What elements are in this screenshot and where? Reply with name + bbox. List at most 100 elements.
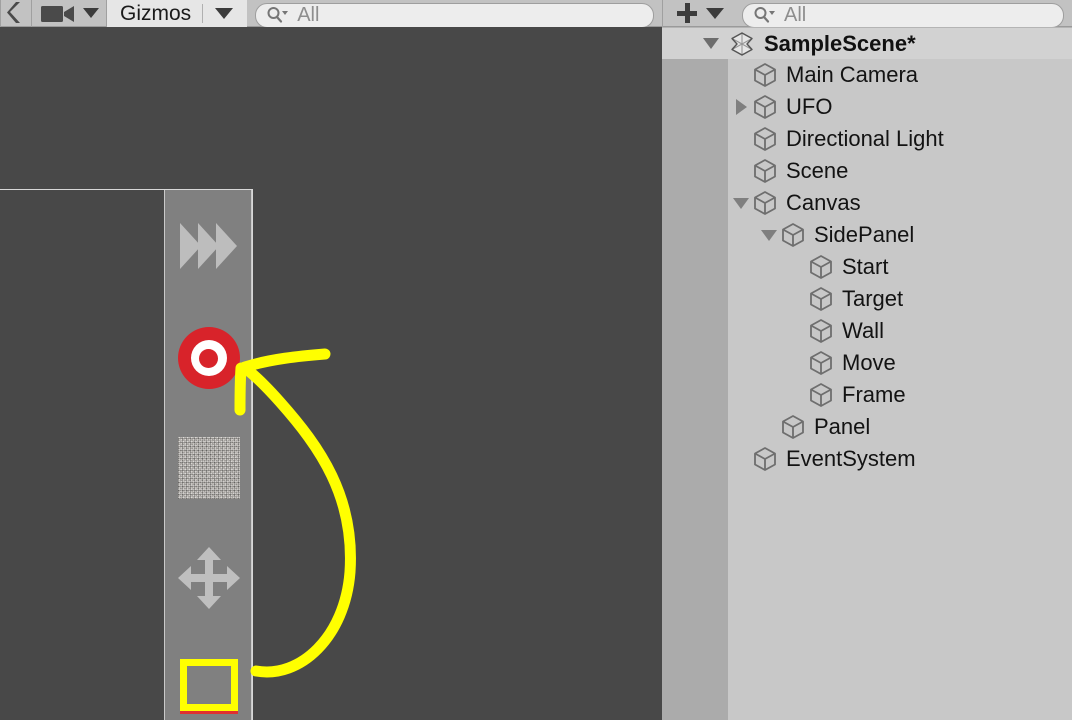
hierarchy-panel[interactable]: SampleScene* Main Camera UFO Directional… — [662, 27, 1072, 720]
gameobject-cube-icon — [810, 383, 832, 407]
camera-icon — [41, 5, 74, 22]
foldout-spacer — [733, 67, 749, 83]
target-center-dot — [199, 348, 218, 368]
hierarchy-item-label: Target — [842, 286, 904, 311]
plus-icon — [677, 3, 697, 23]
hierarchy-tree[interactable]: Main Camera UFO Directional Light Scene … — [662, 59, 1072, 475]
foldout-spacer — [789, 355, 805, 371]
gizmos-dropdown[interactable]: Gizmos — [107, 0, 248, 27]
add-gameobject-button[interactable] — [663, 0, 734, 27]
chevron-down-icon[interactable] — [733, 197, 749, 209]
unity-scene-icon — [731, 31, 753, 56]
hierarchy-item-move[interactable]: Move — [662, 347, 1072, 379]
hierarchy-item-scene[interactable]: Scene — [662, 155, 1072, 187]
hierarchy-item-label: Canvas — [786, 190, 861, 215]
rotate-tool-icon-glyph — [7, 2, 20, 23]
foldout-spacer — [733, 163, 749, 179]
hierarchy-toolbar: All — [662, 0, 1072, 28]
chevron-down-icon — [83, 8, 99, 18]
hierarchy-item-ufo[interactable]: UFO — [662, 91, 1072, 123]
chevron-down-icon[interactable] — [706, 7, 724, 19]
chevron-right-icon[interactable] — [735, 99, 747, 115]
gameobject-cube-icon — [754, 127, 776, 151]
rotate-tool-icon[interactable] — [1, 0, 31, 27]
scene-foldout-wrap[interactable] — [662, 38, 729, 49]
hierarchy-item-label: Main Camera — [786, 62, 919, 87]
hierarchy-item-label: Move — [842, 350, 896, 375]
camera-settings-button[interactable] — [32, 0, 106, 27]
hierarchy-item-label: UFO — [786, 94, 833, 119]
gizmos-label: Gizmos — [120, 1, 192, 25]
gameobject-cube-icon — [810, 351, 832, 375]
gameobject-cube-icon — [810, 319, 832, 343]
gameobject-cube-icon — [810, 287, 832, 311]
hierarchy-item-label: Wall — [842, 318, 884, 343]
hierarchy-item-wall[interactable]: Wall — [662, 315, 1072, 347]
foldout-wrap[interactable] — [730, 131, 752, 147]
hierarchy-item-panel[interactable]: Panel — [662, 411, 1072, 443]
hierarchy-item-label: Scene — [786, 158, 849, 183]
scene-search-wrap: All — [247, 0, 662, 28]
foldout-wrap[interactable] — [786, 323, 808, 339]
wall-texture-button[interactable] — [165, 433, 252, 503]
hierarchy-item-main-camera[interactable]: Main Camera — [662, 59, 1072, 91]
foldout-spacer — [789, 323, 805, 339]
gameobject-cube-icon — [810, 255, 832, 279]
foldout-wrap[interactable] — [786, 355, 808, 371]
hierarchy-item-target[interactable]: Target — [662, 283, 1072, 315]
foldout-spacer — [789, 291, 805, 307]
scene-view-toolbar: Gizmos All — [0, 0, 662, 28]
frame-button[interactable] — [165, 652, 252, 718]
move-button[interactable] — [165, 542, 252, 614]
foldout-wrap[interactable] — [730, 163, 752, 179]
hierarchy-search-placeholder: All — [784, 3, 807, 26]
start-fast-forward-button[interactable] — [165, 208, 252, 284]
foldout-wrap[interactable] — [730, 197, 752, 209]
hierarchy-search-wrap: All — [734, 0, 1072, 28]
foldout-wrap[interactable] — [786, 291, 808, 307]
search-icon-glyph — [754, 7, 775, 23]
gameobject-cube-icon — [754, 95, 776, 119]
search-icon[interactable] — [266, 6, 289, 24]
foldout-spacer — [761, 419, 777, 435]
fast-forward-icon — [180, 223, 237, 269]
noise-texture-swatch-icon — [177, 437, 240, 499]
hierarchy-scene-root-label: SampleScene* — [764, 30, 916, 56]
hierarchy-search-input[interactable]: All — [742, 2, 1064, 28]
scene-search-input[interactable]: All — [255, 2, 654, 28]
hierarchy-item-start[interactable]: Start — [662, 251, 1072, 283]
target-bullseye-icon — [177, 327, 240, 389]
chevron-down-icon — [703, 38, 719, 49]
target-button[interactable] — [165, 323, 252, 393]
fast-forward-triangle-3 — [216, 223, 237, 269]
foldout-wrap[interactable] — [730, 99, 752, 115]
chevron-down-icon[interactable] — [761, 229, 777, 241]
foldout-wrap[interactable] — [730, 67, 752, 83]
hierarchy-item-canvas[interactable]: Canvas — [662, 187, 1072, 219]
gameobject-cube-icon — [754, 63, 776, 87]
foldout-spacer — [789, 259, 805, 275]
hierarchy-item-label: Directional Light — [786, 126, 944, 151]
hierarchy-item-frame[interactable]: Frame — [662, 379, 1072, 411]
gameobject-cube-icon — [754, 447, 776, 471]
gizmos-chevron[interactable] — [203, 7, 247, 19]
hierarchy-item-label: SidePanel — [814, 222, 915, 247]
hierarchy-item-sidepanel[interactable]: SidePanel — [662, 219, 1072, 251]
hierarchy-scene-root-row[interactable]: SampleScene* — [662, 27, 1072, 59]
unity-editor-window: Gizmos All All SampleScene* Main Camera … — [0, 0, 1072, 720]
gameobject-cube-icon — [754, 191, 776, 215]
hierarchy-item-label: EventSystem — [786, 446, 916, 471]
hierarchy-item-directional-light[interactable]: Directional Light — [662, 123, 1072, 155]
foldout-wrap[interactable] — [758, 419, 780, 435]
yellow-frame-square-icon — [179, 659, 238, 714]
move-four-arrows-icon — [177, 547, 240, 609]
scene-view-viewport[interactable] — [0, 27, 662, 720]
foldout-spacer — [733, 451, 749, 467]
hierarchy-item-eventsystem[interactable]: EventSystem — [662, 443, 1072, 475]
search-icon[interactable] — [753, 6, 775, 24]
foldout-wrap[interactable] — [786, 259, 808, 275]
foldout-wrap[interactable] — [758, 229, 780, 241]
hierarchy-item-label: Start — [842, 254, 889, 279]
foldout-wrap[interactable] — [730, 451, 752, 467]
foldout-wrap[interactable] — [786, 387, 808, 403]
